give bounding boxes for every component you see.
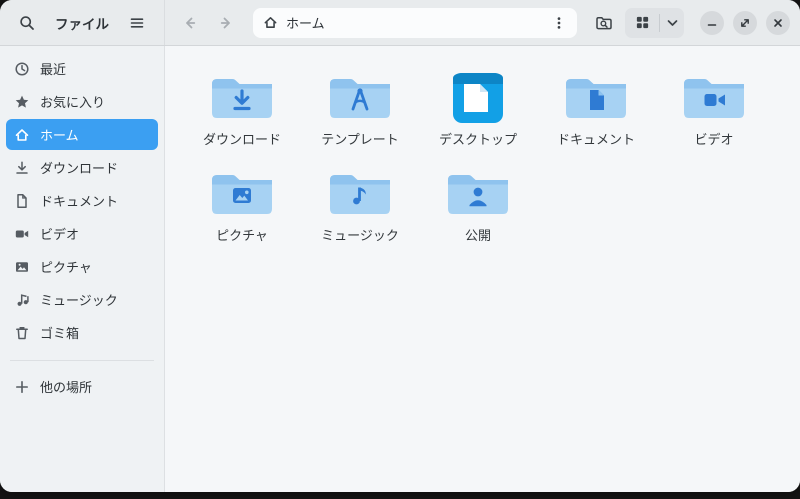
sidebar-item-label: ミュージック	[40, 293, 118, 308]
kebab-menu-icon	[557, 16, 561, 29]
sidebar-item-pictures[interactable]: ピクチャ	[6, 251, 158, 282]
menu-button[interactable]	[122, 8, 152, 38]
folder-downloads[interactable]: ダウンロード	[183, 72, 301, 148]
folder-search-icon	[596, 16, 612, 29]
path-label: ホーム	[286, 16, 325, 31]
view-options-button[interactable]	[660, 8, 684, 38]
headerbar: ファイル ホーム	[0, 0, 800, 46]
folder-icon-music-emblem	[330, 174, 390, 214]
folder-icon-public-emblem	[448, 174, 508, 214]
folder-pictures[interactable]: ピクチャ	[183, 168, 301, 244]
sidebar-item-label: 他の場所	[40, 380, 93, 395]
sidebar-item-music[interactable]: ミュージック	[6, 284, 158, 315]
sidebar-header: ファイル	[0, 0, 165, 45]
file-label: テンプレート	[321, 132, 399, 147]
close-button[interactable]	[766, 10, 790, 35]
video-icon	[14, 226, 30, 242]
sidebar-item-label: ピクチャ	[40, 260, 92, 275]
forward-button[interactable]	[211, 8, 241, 38]
trash-icon	[14, 325, 30, 341]
window-content: 最近 お気に入り ホーム ダウンロード ドキュメント ビデオ ピクチャ ミュージ…	[0, 46, 800, 492]
sidebar-item-home[interactable]: ホーム	[6, 119, 158, 150]
sidebar-item-label: ビデオ	[40, 227, 80, 242]
minimize-icon	[707, 23, 717, 26]
home-icon	[14, 127, 30, 143]
path-menu-button[interactable]	[547, 11, 571, 35]
sidebar-item-label: お気に入り	[40, 95, 106, 110]
star-icon	[14, 94, 30, 110]
recent-icon	[14, 61, 30, 77]
grid-view-icon	[636, 16, 648, 29]
file-manager-window: ファイル ホーム 最近 お気に入り ホーム ダウンロード ドキュメント ビデオ …	[0, 0, 800, 492]
folder-icon-document-emblem	[566, 79, 626, 118]
back-button[interactable]	[175, 8, 205, 38]
folder-videos[interactable]: ビデオ	[655, 72, 773, 148]
plus-icon	[14, 379, 30, 395]
file-label: ビデオ	[694, 132, 734, 147]
path-bar[interactable]: ホーム	[253, 7, 577, 38]
app-title: ファイル	[55, 16, 109, 32]
window-controls	[700, 10, 790, 35]
document-icon	[14, 193, 30, 209]
home-icon	[264, 17, 277, 28]
sidebar-item-label: ダウンロード	[40, 161, 119, 176]
picture-icon	[14, 259, 30, 275]
close-icon	[774, 18, 782, 27]
hamburger-icon	[130, 17, 144, 28]
sidebar-item-label: ゴミ箱	[40, 326, 80, 341]
chevron-down-icon	[667, 19, 677, 26]
search-button[interactable]	[12, 8, 42, 38]
folder-icon-picture-emblem	[212, 174, 272, 214]
folder-public[interactable]: 公開	[419, 168, 537, 244]
forward-arrow-icon	[220, 17, 230, 28]
sidebar-item-label: ドキュメント	[40, 194, 119, 209]
folder-desktop[interactable]: デスクトップ	[419, 72, 537, 148]
folder-music[interactable]: ミュージック	[301, 168, 419, 244]
file-label: ミュージック	[321, 227, 399, 243]
download-icon	[14, 160, 30, 176]
folder-icon-download-emblem	[212, 79, 272, 118]
back-arrow-icon	[186, 17, 196, 28]
view-switcher	[625, 7, 684, 38]
sidebar-item-videos[interactable]: ビデオ	[6, 218, 158, 249]
search-icon	[20, 15, 34, 30]
header-main: ホーム	[165, 0, 800, 45]
view-grid-button[interactable]	[625, 8, 659, 38]
sidebar-item-downloads[interactable]: ダウンロード	[6, 152, 158, 183]
sidebar-item-recent[interactable]: 最近	[6, 53, 158, 84]
folder-templates[interactable]: テンプレート	[301, 72, 419, 148]
sidebar-separator	[10, 360, 154, 361]
minimize-button[interactable]	[700, 10, 724, 35]
file-label: ピクチャ	[216, 227, 268, 243]
sidebar-item-label: ホーム	[40, 128, 79, 143]
search-files-button[interactable]	[589, 8, 619, 38]
file-grid: ダウンロード テンプレート デスクトップ ドキュメント ビデオ ピクチャ ミュー…	[165, 46, 800, 492]
file-label: デスクトップ	[438, 132, 517, 147]
music-icon	[14, 292, 30, 308]
sidebar-item-starred[interactable]: お気に入り	[6, 86, 158, 117]
desktop-icon	[453, 73, 503, 123]
sidebar-item-trash[interactable]: ゴミ箱	[6, 317, 158, 348]
maximize-icon	[741, 18, 749, 27]
sidebar: 最近 お気に入り ホーム ダウンロード ドキュメント ビデオ ピクチャ ミュージ…	[0, 46, 165, 492]
sidebar-item-other-locations[interactable]: 他の場所	[6, 371, 158, 402]
maximize-button[interactable]	[733, 10, 757, 35]
file-label: 公開	[464, 227, 491, 243]
folder-documents[interactable]: ドキュメント	[537, 72, 655, 148]
folder-icon-template-emblem	[330, 79, 390, 118]
file-label: ドキュメント	[556, 132, 635, 147]
sidebar-item-documents[interactable]: ドキュメント	[6, 185, 158, 216]
folder-icon-video-emblem	[684, 79, 744, 118]
sidebar-item-label: 最近	[40, 62, 67, 77]
file-label: ダウンロード	[202, 132, 281, 147]
